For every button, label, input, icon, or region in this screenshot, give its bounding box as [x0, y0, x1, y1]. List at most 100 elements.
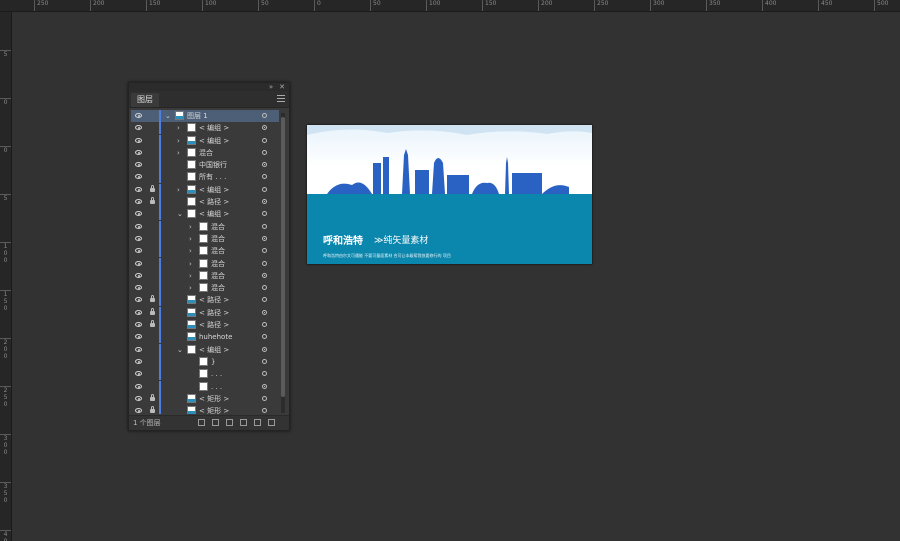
lock-icon[interactable]: [150, 197, 155, 205]
search-icon[interactable]: [198, 419, 205, 426]
target-circle-icon[interactable]: [262, 272, 267, 278]
layer-row[interactable]: 中国银行: [131, 159, 279, 172]
delete-icon[interactable]: [268, 419, 275, 426]
target-circle-icon[interactable]: [262, 395, 267, 401]
target-circle-icon[interactable]: [262, 371, 267, 377]
lock-icon[interactable]: [150, 295, 155, 303]
new-layer-icon[interactable]: [254, 419, 261, 426]
expanded-chevron-icon[interactable]: ⌄: [177, 344, 183, 356]
new-sublayer-icon[interactable]: [240, 419, 247, 426]
target-circle-icon[interactable]: [262, 297, 267, 303]
collapsed-chevron-icon[interactable]: ›: [189, 270, 192, 282]
layers-scrollbar[interactable]: [281, 113, 285, 413]
collapsed-chevron-icon[interactable]: ›: [189, 233, 192, 245]
layer-row[interactable]: › < 编组 >: [131, 183, 279, 196]
collapsed-chevron-icon[interactable]: ›: [177, 184, 180, 196]
visibility-eye-icon[interactable]: [135, 223, 142, 229]
layer-row[interactable]: . . .: [131, 368, 279, 381]
layer-row[interactable]: }: [131, 355, 279, 368]
visibility-eye-icon[interactable]: [135, 358, 142, 364]
visibility-eye-icon[interactable]: [135, 309, 142, 315]
horizontal-ruler[interactable]: 250 200 150 100 50 0 50 100 150 200 250 300 350 400 45…: [0, 0, 900, 12]
layer-row[interactable]: ⌄ < 编组 >: [131, 208, 279, 221]
target-circle-icon[interactable]: [262, 260, 267, 266]
target-circle-icon[interactable]: [262, 113, 267, 118]
visibility-eye-icon[interactable]: [135, 285, 142, 291]
visibility-eye-icon[interactable]: [135, 272, 142, 278]
visibility-eye-icon[interactable]: [135, 334, 142, 340]
target-circle-icon[interactable]: [262, 162, 267, 168]
target-circle-icon[interactable]: [262, 408, 267, 414]
collapsed-chevron-icon[interactable]: ›: [177, 122, 180, 134]
expanded-chevron-icon[interactable]: ⌄: [177, 208, 183, 220]
target-circle-icon[interactable]: [262, 137, 267, 143]
visibility-eye-icon[interactable]: [135, 297, 142, 303]
visibility-eye-icon[interactable]: [135, 125, 142, 131]
collapsed-chevron-icon[interactable]: ›: [177, 147, 180, 159]
layer-row[interactable]: ⌄ < 编组 >: [131, 343, 279, 356]
target-circle-icon[interactable]: [262, 309, 267, 315]
visibility-eye-icon[interactable]: [135, 174, 142, 180]
visibility-eye-icon[interactable]: [135, 235, 142, 241]
target-circle-icon[interactable]: [262, 322, 267, 328]
target-circle-icon[interactable]: [262, 358, 267, 364]
artboard[interactable]: 呼和浩特 ≫纯矢量素材 呼和浩特由尔文可遇能 不要可量面素材 合可让本级帮我快要…: [307, 125, 592, 264]
target-circle-icon[interactable]: [262, 248, 267, 254]
lock-icon[interactable]: [150, 320, 155, 328]
clipping-mask-icon[interactable]: [226, 419, 233, 426]
layer-row[interactable]: < 路径 >: [131, 294, 279, 307]
layer-row[interactable]: 所有 . . .: [131, 171, 279, 184]
visibility-eye-icon[interactable]: [135, 260, 142, 266]
vertical-ruler[interactable]: 5 0 0 5 100 150 200 250 300 350 400: [0, 12, 12, 541]
visibility-eye-icon[interactable]: [135, 149, 142, 155]
target-circle-icon[interactable]: [262, 149, 267, 155]
collapsed-chevron-icon[interactable]: ›: [189, 258, 192, 270]
visibility-eye-icon[interactable]: [135, 395, 142, 401]
lock-icon[interactable]: [150, 393, 155, 401]
visibility-eye-icon[interactable]: [135, 113, 142, 118]
collapsed-chevron-icon[interactable]: ›: [189, 282, 192, 294]
target-circle-icon[interactable]: [262, 125, 267, 131]
layer-row[interactable]: < 路径 >: [131, 306, 279, 319]
layer-row[interactable]: < 路径 >: [131, 196, 279, 209]
lock-icon[interactable]: [150, 307, 155, 315]
layer-row[interactable]: < 路径 >: [131, 319, 279, 332]
visibility-eye-icon[interactable]: [135, 137, 142, 143]
layer-row[interactable]: huhehote: [131, 331, 279, 344]
panel-menu-icon[interactable]: [277, 95, 285, 102]
layer-row[interactable]: › 混合: [131, 282, 279, 295]
target-circle-icon[interactable]: [262, 199, 267, 205]
lock-icon[interactable]: [150, 184, 155, 192]
layer-row[interactable]: ⌄ 图层 1: [131, 110, 279, 123]
double-arrow-icon[interactable]: »: [269, 83, 273, 91]
target-circle-icon[interactable]: [262, 346, 267, 352]
visibility-eye-icon[interactable]: [135, 162, 142, 168]
layer-row[interactable]: › 混合: [131, 269, 279, 282]
target-circle-icon[interactable]: [262, 334, 267, 340]
visibility-eye-icon[interactable]: [135, 248, 142, 254]
scrollbar-thumb[interactable]: [281, 117, 285, 397]
target-circle-icon[interactable]: [262, 174, 267, 180]
target-circle-icon[interactable]: [262, 223, 267, 229]
layer-row[interactable]: . . .: [131, 380, 279, 393]
layer-row[interactable]: < 矩形 >: [131, 392, 279, 405]
layer-row[interactable]: › 混合: [131, 257, 279, 270]
target-circle-icon[interactable]: [262, 186, 267, 192]
visibility-eye-icon[interactable]: [135, 371, 142, 377]
layer-row[interactable]: › 混合: [131, 245, 279, 258]
target-circle-icon[interactable]: [262, 211, 267, 217]
layer-row[interactable]: › < 编组 >: [131, 134, 279, 147]
panel-title-bar[interactable]: » ✕: [129, 83, 289, 91]
target-circle-icon[interactable]: [262, 235, 267, 241]
visibility-eye-icon[interactable]: [135, 408, 142, 414]
target-circle-icon[interactable]: [262, 383, 267, 389]
visibility-eye-icon[interactable]: [135, 211, 142, 217]
layer-row[interactable]: › < 编组 >: [131, 122, 279, 135]
layer-row[interactable]: › 混合: [131, 146, 279, 159]
tab-layers[interactable]: 图层: [131, 93, 159, 107]
lock-icon[interactable]: [150, 406, 155, 414]
layer-row[interactable]: < 矩形 >: [131, 405, 279, 414]
expanded-chevron-icon[interactable]: ⌄: [165, 110, 171, 122]
collect-export-icon[interactable]: [212, 419, 219, 426]
target-circle-icon[interactable]: [262, 285, 267, 291]
